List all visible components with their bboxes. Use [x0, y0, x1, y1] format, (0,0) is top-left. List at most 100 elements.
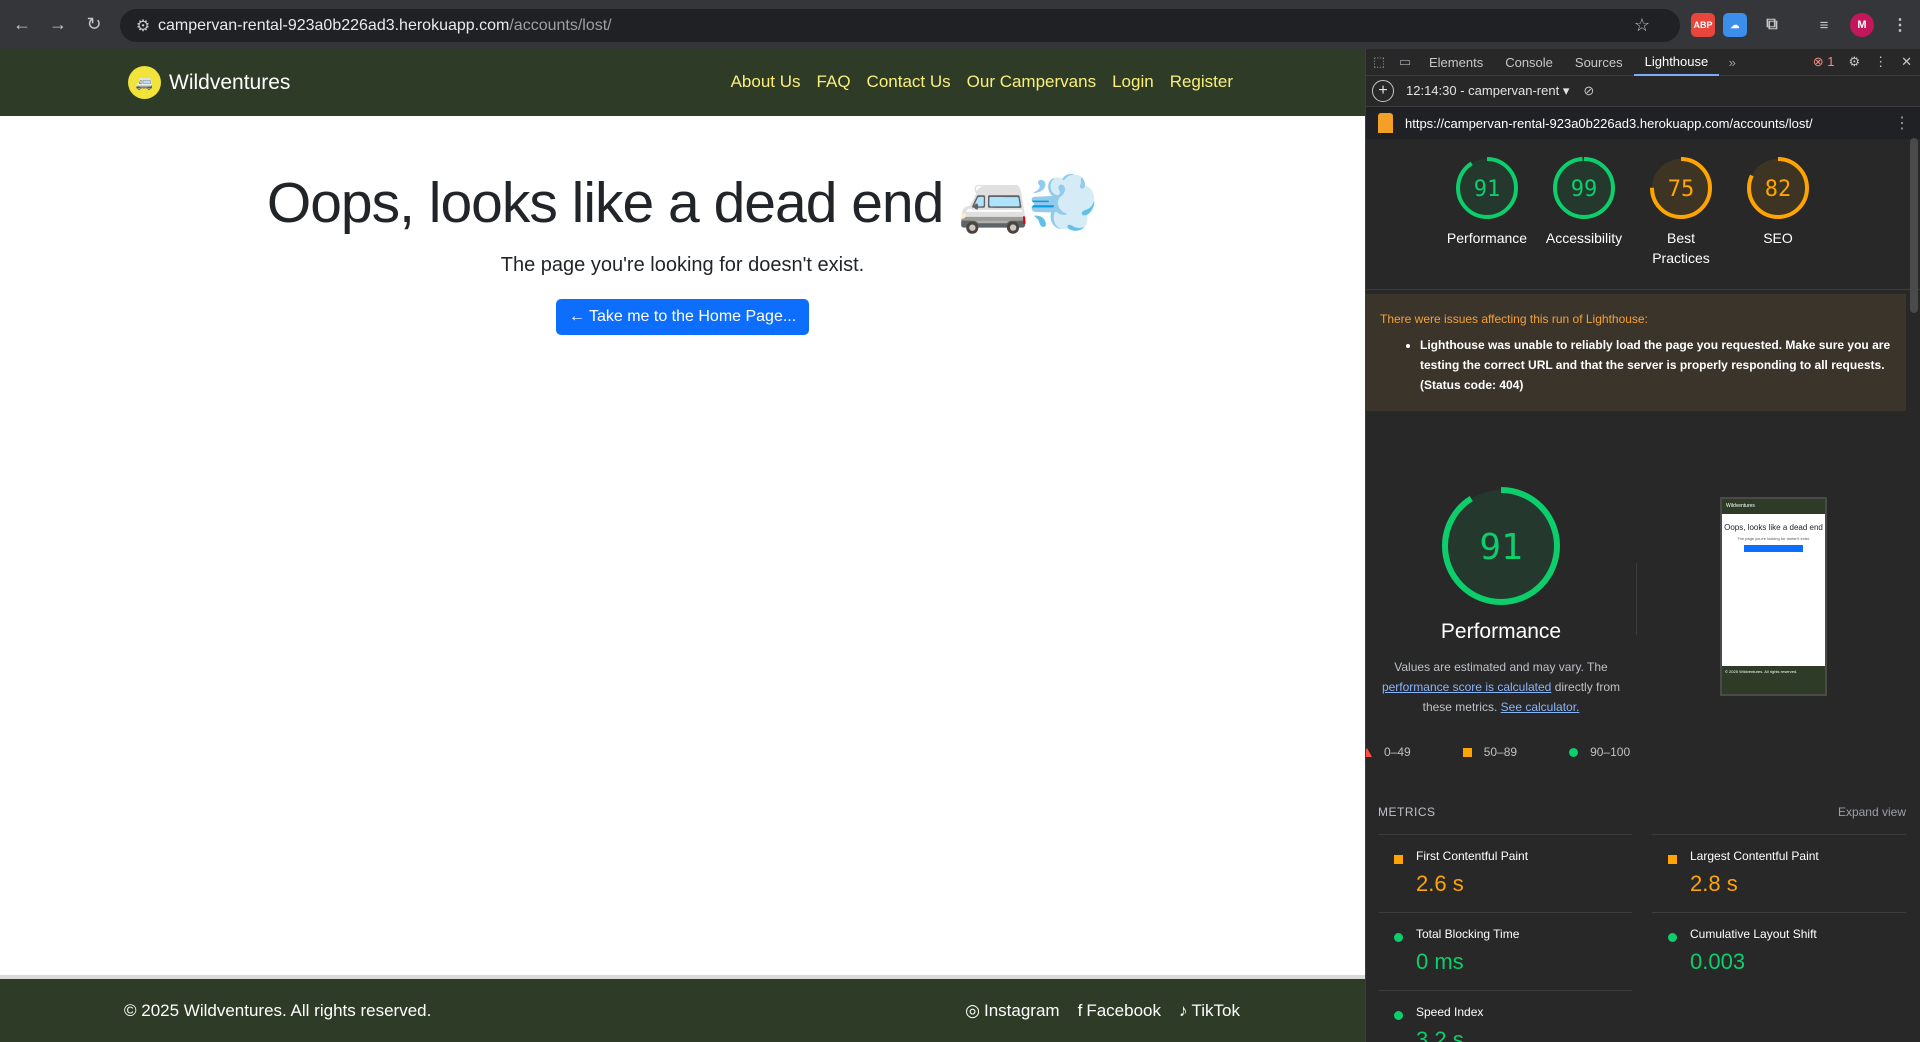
error-count-badge[interactable]: ⊗ 1 — [1813, 54, 1835, 70]
green-circle-icon — [1394, 933, 1403, 942]
url-host: campervan-rental-923a0b226ad3.herokuapp.… — [158, 16, 510, 34]
red-triangle-icon — [1366, 747, 1372, 757]
tab-sources[interactable]: Sources — [1564, 49, 1634, 76]
device-toolbar-icon[interactable]: ▭ — [1392, 54, 1418, 70]
gauge-performance[interactable]: 91 Performance — [1446, 155, 1528, 268]
back-button[interactable]: ← — [8, 11, 36, 39]
page-screenshot-thumbnail[interactable]: Wildventures Oops, looks like a dead end… — [1720, 497, 1827, 696]
green-circle-icon — [1668, 933, 1677, 942]
devtools-menu-icon[interactable]: ⋮ — [1874, 54, 1887, 70]
tab-lighthouse[interactable]: Lighthouse — [1633, 49, 1720, 76]
perf-note-text-1: Values are estimated and may vary. The — [1394, 660, 1608, 674]
gauge-ring: 91 — [1456, 157, 1518, 219]
orange-square-icon — [1462, 747, 1472, 757]
metric-cls: Cumulative Layout Shift 0.003 — [1652, 912, 1906, 990]
thumb-title: Oops, looks like a dead end — [1724, 523, 1823, 532]
gauge-label: Performance — [1446, 230, 1528, 246]
metrics-grid: First Contentful Paint 2.6 s Largest Cont… — [1378, 834, 1906, 1042]
instagram-link[interactable]: ◎ Instagram — [965, 1001, 1059, 1021]
legend-label: 0–49 — [1384, 745, 1411, 759]
metric-value: 2.6 s — [1416, 871, 1464, 896]
lighthouse-warning: There were issues affecting this run of … — [1366, 294, 1906, 411]
devtools-scrollbar[interactable] — [1910, 138, 1918, 313]
nav-about-us[interactable]: About Us — [731, 72, 801, 92]
profile-avatar[interactable]: M — [1850, 13, 1874, 37]
inspect-element-icon[interactable]: ⬚ — [1366, 54, 1392, 70]
tiktok-link[interactable]: ♪ TikTok — [1179, 1001, 1240, 1021]
error-subtext: The page you're looking for doesn't exis… — [500, 254, 865, 276]
site-footer: © 2025 Wildventures. All rights reserved… — [0, 975, 1365, 1042]
close-devtools-icon[interactable]: ✕ — [1901, 54, 1912, 70]
home-page-button[interactable]: ← Take me to the Home Page... — [555, 299, 810, 335]
site-settings-icon[interactable]: ⚙ — [128, 16, 158, 36]
nav-our-campervans[interactable]: Our Campervans — [967, 72, 1096, 92]
address-bar[interactable]: ⚙ campervan-rental-923a0b226ad3.herokuap… — [120, 9, 1680, 42]
expand-view-toggle[interactable]: Expand view — [1838, 805, 1906, 819]
score-legend: 0–49 50–89 90–100 — [1366, 745, 1682, 759]
extensions-puzzle-icon[interactable]: ⧉ — [1760, 13, 1784, 37]
site-navbar: 🚐 Wildventures About Us FAQ Contact Us O… — [0, 49, 1365, 116]
facebook-icon: f — [1077, 1001, 1083, 1020]
thumb-nav: Wildventures — [1722, 499, 1825, 514]
gauge-ring: 99 — [1553, 157, 1615, 219]
green-circle-icon — [1394, 1011, 1403, 1020]
thumb-sub: The page you're looking for doesn't exis… — [1737, 536, 1810, 541]
nav-faq[interactable]: FAQ — [817, 72, 851, 92]
report-selector[interactable]: 12:14:30 - campervan-rent ▾ — [1406, 83, 1569, 99]
devtools-panel: ⬚ ▭ Elements Console Sources Lighthouse … — [1365, 49, 1920, 1042]
gauge-ring: 82 — [1747, 157, 1809, 219]
metric-tbt: Total Blocking Time 0 ms — [1378, 912, 1632, 990]
nav-login[interactable]: Login — [1112, 72, 1154, 92]
gauge-accessibility[interactable]: 99 Accessibility — [1543, 155, 1625, 268]
media-control-icon[interactable]: ≡ — [1812, 13, 1836, 37]
metric-value: 0 ms — [1416, 949, 1464, 974]
error-count: 1 — [1827, 54, 1835, 69]
warning-title: There were issues affecting this run of … — [1380, 312, 1648, 326]
error-hero: Oops, looks like a dead end 🚐💨 The page … — [0, 169, 1365, 335]
legend-label: 90–100 — [1590, 745, 1631, 759]
report-menu-icon[interactable]: ⋮ — [1894, 113, 1910, 133]
legend-fail: 0–49 — [1366, 745, 1411, 759]
gauge-best-practices[interactable]: 75 Best Practices — [1640, 155, 1722, 268]
score-calculated-link[interactable]: performance score is calculated — [1382, 680, 1551, 694]
metric-name: Speed Index — [1416, 1005, 1484, 1019]
browser-menu-icon[interactable]: ⋮ — [1888, 13, 1912, 37]
nav-register[interactable]: Register — [1170, 72, 1233, 92]
see-calculator-link[interactable]: See calculator. — [1501, 700, 1580, 714]
metric-speed-index: Speed Index 3.2 s — [1378, 990, 1632, 1042]
score-gauges: 91 Performance 99 Accessibility 75 Best Pra… — [1446, 155, 1819, 268]
metric-value: 2.8 s — [1690, 871, 1738, 896]
brand-link[interactable]: 🚐 Wildventures — [128, 66, 290, 99]
gauge-score: 75 — [1668, 177, 1695, 202]
legend-average: 50–89 — [1462, 745, 1518, 759]
thumb-button — [1744, 545, 1803, 552]
tiktok-icon: ♪ — [1179, 1001, 1188, 1020]
nav-contact-us[interactable]: Contact Us — [867, 72, 951, 92]
tab-elements[interactable]: Elements — [1418, 49, 1494, 76]
metric-value: 0.003 — [1690, 949, 1746, 974]
forward-button[interactable]: → — [44, 11, 72, 39]
brand-name: Wildventures — [169, 70, 291, 94]
metrics-title: METRICS — [1378, 805, 1436, 819]
new-report-icon[interactable]: + — [1372, 80, 1394, 102]
reload-button[interactable]: ↻ — [80, 11, 108, 39]
facebook-link[interactable]: f Facebook — [1078, 1001, 1161, 1021]
report-url[interactable]: https://campervan-rental-923a0b226ad3.he… — [1405, 116, 1813, 131]
legend-label: 50–89 — [1483, 745, 1518, 759]
divider — [1636, 563, 1637, 635]
settings-gear-icon[interactable]: ⚙ — [1848, 54, 1860, 70]
lighthouse-icon — [1378, 113, 1393, 133]
campervan-logo-icon: 🚐 — [128, 66, 161, 99]
legend-pass: 90–100 — [1569, 745, 1630, 759]
gauge-seo[interactable]: 82 SEO — [1737, 155, 1819, 268]
clear-reports-icon[interactable]: ⊘ — [1583, 83, 1594, 99]
green-circle-icon — [1569, 747, 1579, 757]
more-tabs-icon[interactable]: » — [1719, 55, 1745, 70]
metric-lcp: Largest Contentful Paint 2.8 s — [1652, 834, 1906, 912]
cloud-extension-icon[interactable]: ☁ — [1723, 13, 1747, 37]
bookmark-star-icon[interactable]: ☆ — [1634, 15, 1650, 36]
instagram-icon: ◎ — [965, 1001, 980, 1020]
adblock-extension-icon[interactable]: ABP — [1691, 13, 1715, 37]
tab-console[interactable]: Console — [1494, 49, 1564, 76]
report-url-bar: https://campervan-rental-923a0b226ad3.he… — [1366, 107, 1920, 139]
